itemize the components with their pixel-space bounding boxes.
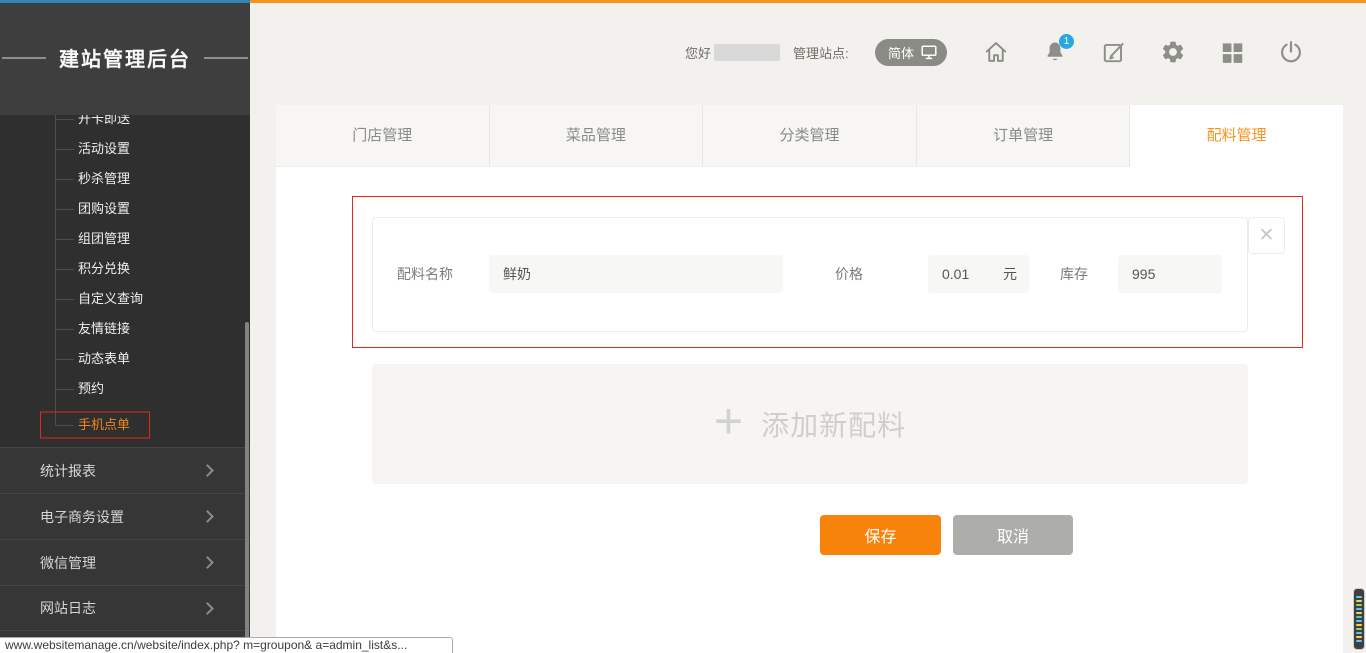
price-value: 0.01 — [942, 266, 969, 282]
header-icon-row: 1 — [983, 39, 1304, 65]
plus-icon: + — [714, 396, 743, 446]
sidebar-title: 建站管理后台 — [0, 0, 250, 115]
section-label: 微信管理 — [40, 553, 96, 573]
close-icon[interactable]: ✕ — [1248, 217, 1285, 254]
price-unit-label: 元 — [1003, 264, 1017, 284]
sidebar-scrollbar-thumb[interactable] — [245, 322, 249, 648]
ingredient-name-input[interactable]: 鲜奶 — [489, 255, 783, 293]
tab-order-management[interactable]: 订单管理 — [917, 105, 1131, 167]
power-icon[interactable] — [1278, 39, 1304, 65]
color-dash — [1356, 632, 1362, 634]
tab-bar: 门店管理 菜品管理 分类管理 订单管理 配料管理 — [276, 105, 1343, 167]
tab-ingredient-management[interactable]: 配料管理 — [1130, 105, 1343, 167]
sidebar-section-ecommerce[interactable]: 电子商务设置 — [0, 493, 250, 539]
sidebar-item-reservation[interactable]: 预约 — [0, 374, 250, 404]
tab-dish-management[interactable]: 菜品管理 — [490, 105, 704, 167]
sidebar-section-statistics[interactable]: 统计报表 — [0, 447, 250, 493]
sidebar-item-groupbuy-settings[interactable]: 团购设置 — [0, 194, 250, 224]
sidebar-top-accent-bar — [0, 0, 250, 3]
price-label: 价格 — [835, 255, 863, 293]
stock-input[interactable]: 995 — [1118, 255, 1222, 293]
sidebar-section-wechat[interactable]: 微信管理 — [0, 539, 250, 585]
color-dash — [1356, 596, 1362, 598]
sidebar-menu: 开卡即送 活动设置 秒杀管理 团购设置 组团管理 积分兑换 自定义查询 友情链接… — [0, 104, 250, 440]
chevron-right-icon — [201, 464, 214, 477]
section-label: 电子商务设置 — [40, 507, 124, 527]
title-dash-right — [204, 57, 248, 59]
sidebar-sections: 统计报表 电子商务设置 微信管理 网站日志 — [0, 447, 250, 631]
managed-site-label: 管理站点: — [793, 45, 849, 62]
sidebar-item-activity-settings[interactable]: 活动设置 — [0, 134, 250, 164]
color-dash — [1356, 616, 1362, 618]
add-new-ingredient-label: 添加新配料 — [761, 404, 906, 444]
status-url-tooltip: www.websitemanage.cn/website/index.php? … — [0, 637, 453, 653]
monitor-icon — [921, 45, 937, 60]
app-title: 建站管理后台 — [59, 43, 191, 72]
color-dash — [1356, 640, 1362, 642]
sidebar-item-points-exchange[interactable]: 积分兑换 — [0, 254, 250, 284]
notification-badge: 1 — [1059, 34, 1074, 49]
sidebar-item-custom-query[interactable]: 自定义查询 — [0, 284, 250, 314]
gear-icon[interactable] — [1160, 39, 1186, 65]
site-language-pill[interactable]: 简体 — [875, 39, 947, 66]
color-dash — [1356, 628, 1362, 630]
sidebar-item-mobile-ordering[interactable]: 手机点单 — [0, 410, 250, 440]
stock-value: 995 — [1132, 266, 1155, 282]
active-item-highlight-box — [40, 412, 150, 439]
grid-icon[interactable] — [1219, 39, 1245, 65]
ingredient-name-label: 配料名称 — [397, 255, 453, 293]
section-label: 统计报表 — [40, 461, 96, 481]
greeting-text: 您好 — [685, 45, 711, 62]
username-redacted — [714, 44, 780, 61]
price-input[interactable]: 0.01 元 — [928, 255, 1029, 293]
chevron-right-icon — [201, 602, 214, 615]
sidebar-item-dynamic-forms[interactable]: 动态表单 — [0, 344, 250, 374]
sidebar-item-group-management[interactable]: 组团管理 — [0, 224, 250, 254]
cancel-button[interactable]: 取消 — [953, 515, 1073, 555]
ingredient-name-value: 鲜奶 — [503, 264, 531, 284]
sidebar-section-site-logs[interactable]: 网站日志 — [0, 585, 250, 631]
sidebar: 开卡即送 活动设置 秒杀管理 团购设置 组团管理 积分兑换 自定义查询 友情链接… — [0, 0, 250, 653]
edge-color-widget[interactable] — [1353, 588, 1365, 650]
color-dash — [1356, 604, 1362, 606]
site-pill-label: 简体 — [888, 43, 914, 62]
color-dash — [1356, 636, 1362, 638]
bell-icon[interactable]: 1 — [1042, 39, 1068, 65]
chevron-right-icon — [201, 556, 214, 569]
color-dash — [1356, 624, 1362, 626]
content-panel: 门店管理 菜品管理 分类管理 订单管理 配料管理 ✕ 配料名称 鲜奶 价格 0.… — [276, 105, 1343, 653]
save-button[interactable]: 保存 — [820, 515, 941, 555]
add-new-ingredient-button[interactable]: + 添加新配料 — [372, 364, 1248, 484]
tab-store-management[interactable]: 门店管理 — [276, 105, 490, 167]
section-label: 网站日志 — [40, 598, 96, 618]
home-icon[interactable] — [983, 39, 1009, 65]
stock-label: 库存 — [1060, 255, 1088, 293]
chevron-right-icon — [201, 510, 214, 523]
color-dash — [1356, 600, 1362, 602]
main-top-accent-bar — [250, 0, 1366, 3]
color-dash — [1356, 612, 1362, 614]
edit-icon[interactable] — [1101, 39, 1127, 65]
title-dash-left — [2, 57, 46, 59]
sidebar-item-flash-sale[interactable]: 秒杀管理 — [0, 164, 250, 194]
color-dash — [1356, 620, 1362, 622]
sidebar-item-friend-links[interactable]: 友情链接 — [0, 314, 250, 344]
tab-category-management[interactable]: 分类管理 — [703, 105, 917, 167]
color-dash — [1356, 608, 1362, 610]
